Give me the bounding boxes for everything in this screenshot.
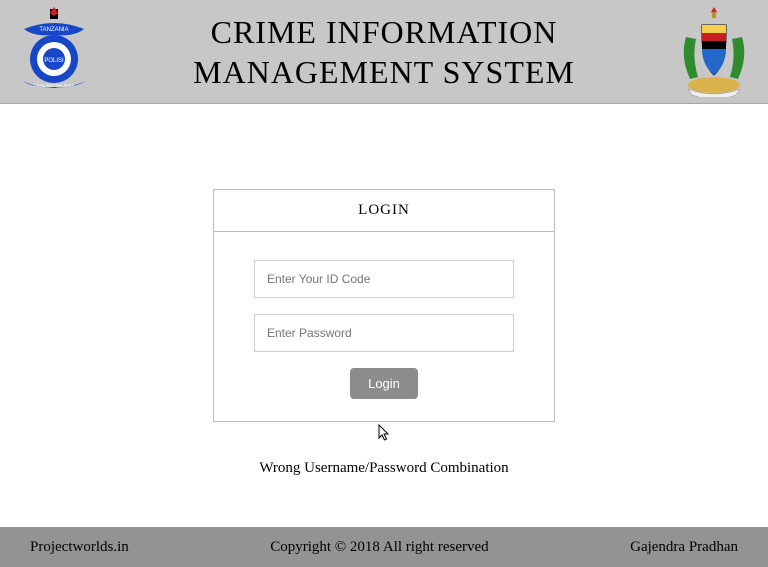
app-title-line2: MANAGEMENT SYSTEM bbox=[94, 52, 674, 92]
footer-center: Copyright © 2018 All right reserved bbox=[270, 539, 488, 556]
footer-right: Gajendra Pradhan bbox=[630, 539, 738, 556]
svg-text:TANZANIA: TANZANIA bbox=[39, 27, 68, 33]
main-content: LOGIN Login Wrong Username/Password Comb… bbox=[0, 104, 768, 524]
cursor-icon bbox=[377, 424, 391, 446]
login-heading: LOGIN bbox=[214, 190, 554, 232]
login-form: Login bbox=[214, 232, 554, 421]
app-footer: Projectworlds.in Copyright © 2018 All ri… bbox=[0, 527, 768, 567]
login-error-message: Wrong Username/Password Combination bbox=[259, 460, 508, 477]
svg-text:POLISI: POLISI bbox=[44, 58, 64, 64]
app-title: CRIME INFORMATION MANAGEMENT SYSTEM bbox=[94, 12, 674, 92]
police-badge-icon: TANZANIA POLISI USALAMA WA RAIA bbox=[14, 7, 94, 97]
coat-of-arms-icon bbox=[674, 7, 754, 97]
id-code-input[interactable] bbox=[254, 260, 514, 298]
app-header: TANZANIA POLISI USALAMA WA RAIA CRIME IN… bbox=[0, 0, 768, 104]
login-button[interactable]: Login bbox=[350, 368, 418, 399]
login-panel: LOGIN Login bbox=[213, 189, 555, 422]
password-input[interactable] bbox=[254, 314, 514, 352]
footer-left: Projectworlds.in bbox=[30, 539, 129, 556]
svg-text:USALAMA WA RAIA: USALAMA WA RAIA bbox=[33, 83, 74, 88]
app-title-line1: CRIME INFORMATION bbox=[94, 12, 674, 52]
